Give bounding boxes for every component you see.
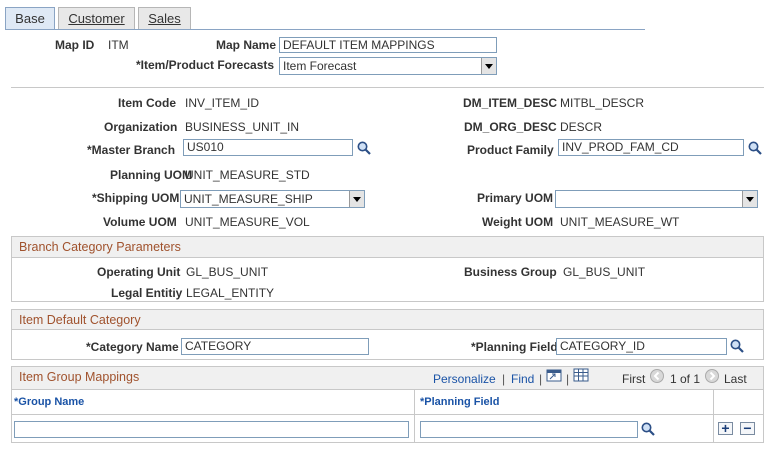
shipping-uom-value: UNIT_MEASURE_SHIP	[184, 192, 313, 206]
dropdown-arrow-icon[interactable]	[349, 191, 364, 207]
planning-field-input[interactable]	[420, 421, 638, 438]
primary-uom-label: Primary UOM	[477, 191, 554, 205]
item-code-value: INV_ITEM_ID	[185, 96, 260, 110]
dropdown-arrow-icon[interactable]	[481, 58, 496, 74]
separator: |	[566, 372, 570, 386]
lookup-icon[interactable]	[640, 421, 656, 437]
dropdown-arrow-icon[interactable]	[742, 191, 757, 207]
category-name-label: *Category Name	[86, 340, 179, 354]
master-branch-field[interactable]: US010	[183, 139, 353, 156]
dm-item-desc-value: MITBL_DESCR	[560, 96, 645, 110]
col-header-group-name[interactable]: *Group Name	[14, 396, 84, 408]
prev-arrow-icon[interactable]	[650, 369, 664, 383]
last-label: Last	[724, 372, 747, 386]
volume-uom-value: UNIT_MEASURE_VOL	[185, 215, 310, 229]
dm-org-desc-value: DESCR	[560, 120, 603, 134]
branch-category-header: Branch Category Parameters	[11, 236, 764, 258]
shipping-uom-select[interactable]: UNIT_MEASURE_SHIP	[180, 190, 365, 208]
weight-uom-label: Weight UOM	[482, 215, 554, 229]
volume-uom-label: Volume UOM	[103, 215, 177, 229]
tab-sales[interactable]: Sales	[138, 7, 191, 29]
category-name-field[interactable]: CATEGORY	[181, 338, 369, 355]
master-branch-label: *Master Branch	[87, 143, 176, 157]
map-name-label: Map Name	[216, 38, 277, 52]
dm-org-desc-label: DM_ORG_DESC	[464, 120, 557, 134]
tab-customer[interactable]: Customer	[58, 7, 135, 29]
tab-underline	[5, 29, 645, 30]
first-label: First	[622, 372, 646, 386]
business-group-value: GL_BUS_UNIT	[563, 265, 646, 279]
product-family-field[interactable]: INV_PROD_FAM_CD	[558, 139, 744, 156]
add-row-button[interactable]: +	[718, 421, 733, 435]
delete-row-button[interactable]: −	[740, 421, 755, 435]
map-name-field[interactable]: DEFAULT ITEM MAPPINGS	[279, 37, 497, 53]
forecast-select[interactable]: Item Forecast	[279, 57, 497, 75]
legal-entity-label: Legal Entitiy	[111, 286, 183, 300]
divider	[11, 87, 764, 88]
planning-field-field[interactable]: CATEGORY_ID	[556, 338, 727, 355]
item-code-label: Item Code	[118, 96, 177, 110]
tab-base[interactable]: Base	[5, 7, 55, 29]
lookup-icon[interactable]	[747, 140, 763, 156]
group-name-input[interactable]	[14, 421, 409, 438]
map-id-label: Map ID	[55, 38, 95, 52]
business-group-label: Business Group	[464, 265, 557, 279]
weight-uom-value: UNIT_MEASURE_WT	[560, 215, 680, 229]
operating-unit-value: GL_BUS_UNIT	[186, 265, 269, 279]
lookup-icon[interactable]	[356, 140, 372, 156]
map-id-value: ITM	[108, 38, 129, 52]
separator: |	[502, 372, 506, 386]
find-link[interactable]: Find	[511, 372, 534, 386]
next-arrow-icon[interactable]	[705, 369, 719, 383]
forecast-select-value: Item Forecast	[283, 59, 357, 73]
dm-item-desc-label: DM_ITEM_DESC	[463, 96, 558, 110]
forecast-label: *Item/Product Forecasts	[136, 58, 275, 72]
primary-uom-select[interactable]	[555, 190, 758, 208]
organization-value: BUSINESS_UNIT_IN	[185, 120, 300, 134]
legal-entity-value: LEGAL_ENTITY	[186, 286, 275, 300]
download-icon[interactable]	[573, 368, 589, 382]
row-range: 1 of 1	[670, 372, 701, 386]
planning-uom-value: UNIT_MEASURE_STD	[185, 168, 310, 182]
item-default-category-header: Item Default Category	[11, 309, 764, 330]
personalize-link[interactable]: Personalize	[433, 372, 496, 386]
grid-title: Item Group Mappings	[19, 370, 140, 384]
product-family-label: Product Family	[467, 143, 554, 157]
shipping-uom-label: *Shipping UOM	[92, 191, 180, 205]
grid-header-row	[12, 389, 763, 415]
col-divider	[713, 390, 714, 442]
operating-unit-label: Operating Unit	[97, 265, 181, 279]
lookup-icon[interactable]	[729, 338, 745, 354]
organization-label: Organization	[104, 120, 178, 134]
col-divider	[414, 390, 415, 442]
separator: |	[539, 372, 543, 386]
col-header-planning-field[interactable]: *Planning Field	[420, 396, 499, 408]
planning-uom-label: Planning UOM	[110, 168, 192, 182]
planning-field-label: *Planning Field	[471, 340, 558, 354]
view-all-icon[interactable]	[546, 369, 562, 382]
